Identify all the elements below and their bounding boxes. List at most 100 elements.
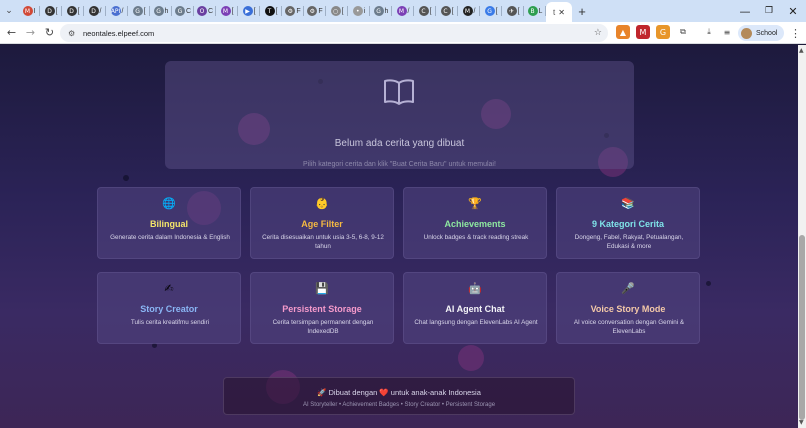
tab-15[interactable]: • i [348,2,370,20]
scroll-down-arrow-icon[interactable]: ▼ [799,419,804,426]
tab-7[interactable]: GC [172,2,194,20]
tab-label: L [538,7,543,15]
menu-kebab-icon[interactable]: ⋮ [786,24,805,43]
robot-icon: 🤖 [468,282,482,295]
tab-13[interactable]: ⚙ F [304,2,326,20]
bookmark-star-icon[interactable]: ☆ [594,28,602,38]
tab-label: C [207,7,214,15]
feature-title: 9 Kategori Cerita [591,219,665,229]
site-d-icon: D [88,6,99,16]
url-text[interactable]: neontales.elpeef.com [83,29,154,38]
trophy-icon: 🏆 [468,197,482,210]
feature-description: Tulis cerita kreatifmu sendiri [130,319,210,326]
site-circle-icon: O [196,6,207,16]
site-d-icon: D [44,6,55,16]
window-close-icon[interactable]: ✕ [780,0,806,22]
feature-card: 🤖 AI Agent Chat Chat langsung dengan Eleve… [403,272,547,344]
back-icon[interactable]: ← [2,23,21,42]
tab-label: F [318,7,323,15]
tab-label: / [407,7,410,15]
maximize-icon[interactable]: ❐ [756,0,782,22]
feature-title: Story Creator [140,304,198,314]
floppy-disk-icon: 💾 [315,282,329,295]
feature-card: 🎤 Voice Story Mode AI voice conversation d… [556,272,700,344]
reload-icon[interactable]: ↻ [40,23,59,42]
tab-12[interactable]: ⚙ F [282,2,304,20]
address-bar[interactable]: ⚙ neontales.elpeef.com ☆ [60,24,608,42]
api-icon: API [110,6,121,16]
decorative-dot [123,175,129,181]
site-b-icon: B [527,6,538,16]
feature-title: Persistent Storage [282,304,362,314]
tab-label: F [296,7,301,15]
page-scrollbar[interactable]: ▲ ▼ [798,45,806,428]
metamask-extension-icon[interactable]: ▲ [616,25,630,39]
tab-9[interactable]: M[ [216,2,238,20]
tab-23[interactable]: BL [524,2,546,20]
gear-tab-icon: ⚙ [285,6,296,16]
extension-icon[interactable]: G [656,25,670,39]
feature-title: Achievements [444,219,506,229]
scroll-up-arrow-icon[interactable]: ▲ [799,47,804,54]
terminal-icon: T [264,6,275,16]
reading-list-icon[interactable]: ≡ [720,25,734,39]
feature-description: Cerita tersimpan permanent dengan Indexe… [272,319,374,335]
tab-2[interactable]: D[ [62,2,84,20]
tab-active[interactable]: t ✕ [546,2,572,22]
feature-title: AI Agent Chat [445,304,505,314]
tab-10[interactable]: ▶[ [238,2,260,20]
send-icon: ▶ [242,6,253,16]
tab-17[interactable]: M / [392,2,414,20]
scrollbar-thumb[interactable] [799,235,805,420]
profile-button[interactable]: School [738,25,784,41]
close-icon[interactable]: ✕ [558,8,565,17]
tab-14[interactable]: ○[ [326,2,348,20]
tab-label: h [164,7,169,15]
tab-label: [ [495,7,498,15]
tab-label: h [384,7,389,15]
tab-11[interactable]: T[ [260,2,282,20]
tab-22[interactable]: ✈[ [502,2,524,20]
forward-icon[interactable]: → [21,23,40,42]
tab-label: [ [143,7,146,15]
tab-0[interactable]: MI [18,2,40,20]
site-circle-icon: ○ [330,6,341,16]
new-tab-button[interactable]: + [572,2,592,20]
tab-3[interactable]: D / [84,2,106,20]
tab-21[interactable]: G[ [480,2,502,20]
empty-state-card: Belum ada cerita yang dibuat Pilih kateg… [165,61,634,169]
tab-4[interactable]: API / [106,2,128,20]
plane-icon: ✈ [506,6,517,16]
site-c-icon: C [418,6,429,16]
site-dot-icon: • [352,6,363,16]
tab-18[interactable]: C[ [414,2,436,20]
feature-description: Cerita disesuaikan untuk usia 3-5, 6-8, … [262,234,384,250]
tab-5[interactable]: G[ [128,2,150,20]
feature-card: 📚 9 Kategori Cerita Dongeng, Fabel, Rakyat… [556,187,700,259]
download-icon[interactable]: ⤓ [702,25,716,39]
site-g-icon: G [153,6,164,16]
tab-1[interactable]: D[ [40,2,62,20]
browser-tab-strip: ⌄ M I D[D[D / API / G[Gh G C O C M[▶[T[⚙ F ⚙ F ○[• i Gh M /… [0,0,806,22]
site-m-icon: M [396,6,407,16]
feature-title: Age Filter [301,219,343,229]
open-book-icon [384,79,414,105]
tab-6[interactable]: Gh [150,2,172,20]
tab-label: [ [275,7,278,15]
gmail-icon: M [22,6,33,16]
tab-19[interactable]: C[ [436,2,458,20]
tab-16[interactable]: Gh [370,2,392,20]
extension-icon[interactable]: M [636,25,650,39]
site-info-icon[interactable]: ⚙ [68,29,77,38]
tab-8[interactable]: OC [194,2,216,20]
extensions-puzzle-icon[interactable]: ⧉ [676,25,690,39]
tab-label: [ [429,7,432,15]
tab-label: / [99,7,102,15]
avatar [741,27,752,39]
tab-20[interactable]: M / [458,2,480,20]
microphone-icon: 🎤 [621,282,635,295]
tab-search-button[interactable]: ⌄ [0,2,18,21]
feature-card: 💾 Persistent Storage Cerita tersimpan perm… [250,272,394,344]
minimize-icon[interactable]: — [732,0,758,22]
gear-tab-icon: ⚙ [307,6,318,16]
